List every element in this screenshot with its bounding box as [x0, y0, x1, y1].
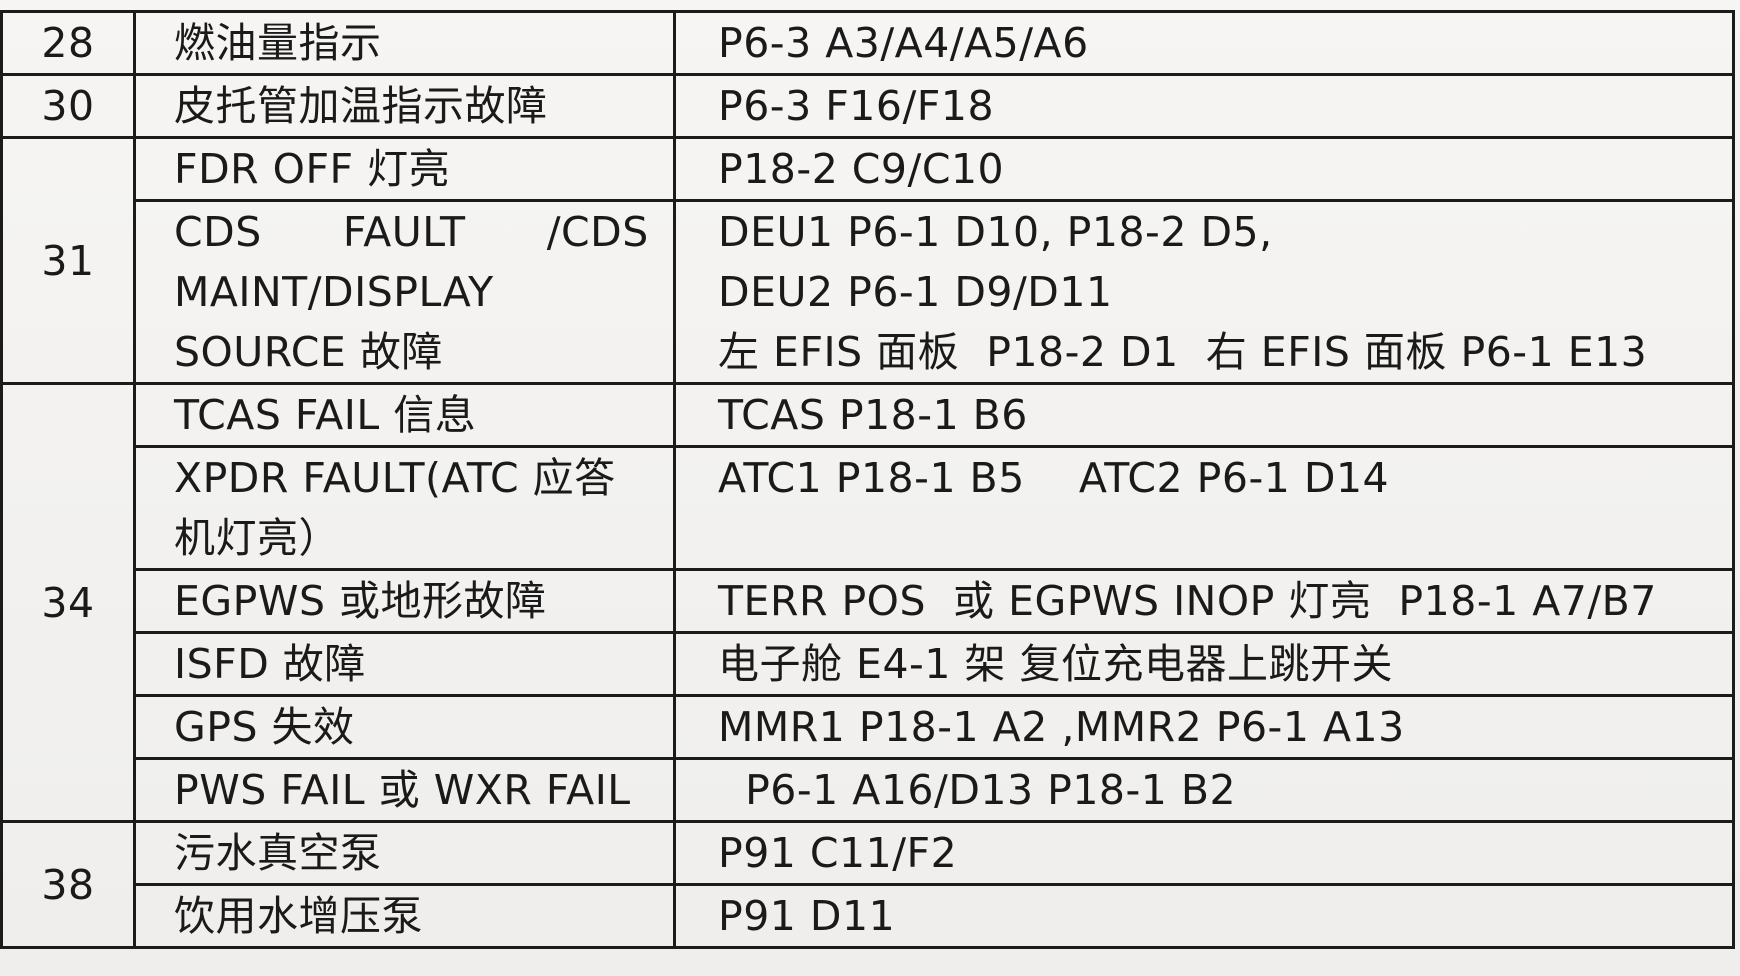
table-row: GPS 失效 MMR1 P18-1 A2 ,MMR2 P6-1 A13 — [2, 694, 1735, 760]
circuit-breaker-cell: TCAS P18-1 B6 — [673, 382, 1735, 448]
fault-item-text: FDR OFF 灯亮 — [174, 145, 451, 193]
table-row: XPDR FAULT(ATC 应答 机灯亮） ATC1 P18-1 B5 ATC… — [2, 445, 1735, 571]
circuit-breaker-text: TERR POS 或 EGPWS INOP 灯亮 P18-1 A7/B7 — [718, 577, 1657, 625]
fault-item-cell: 皮托管加温指示故障 — [133, 73, 676, 139]
circuit-breaker-cell: DEU1 P6-1 D10, P18-2 D5, DEU2 P6-1 D9/D1… — [673, 199, 1735, 385]
fault-item-text: ISFD 故障 — [174, 640, 366, 688]
fault-item-text: EGPWS 或地形故障 — [174, 577, 547, 625]
fault-item-text: XPDR FAULT(ATC 应答 — [174, 454, 616, 502]
circuit-breaker-cell: P91 D11 — [673, 883, 1735, 949]
fault-item-text: CDS FAULT /CDS — [174, 208, 649, 256]
circuit-breaker-text: P6-1 A16/D13 P18-1 B2 — [718, 766, 1237, 814]
fault-item-cell: CDS FAULT /CDS MAINT/DISPLAY SOURCE 故障 — [133, 199, 676, 385]
fault-item-cell: GPS 失效 — [133, 694, 676, 760]
circuit-breaker-text: P91 C11/F2 — [718, 829, 958, 877]
table-row: 38 污水真空泵 P91 C11/F2 — [0, 820, 1735, 949]
table-row: PWS FAIL 或 WXR FAIL P6-1 A16/D13 P18-1 B… — [2, 757, 1735, 823]
fault-item-text: GPS 失效 — [174, 703, 355, 751]
circuit-breaker-text: DEU2 P6-1 D9/D11 — [718, 268, 1113, 316]
circuit-breaker-text: 电子舱 E4-1 架 复位充电器上跳开关 — [718, 640, 1393, 688]
fault-item-text: PWS FAIL 或 WXR FAIL — [174, 766, 631, 814]
circuit-breaker-text: DEU1 P6-1 D10, P18-2 D5, — [718, 208, 1273, 256]
table-row: EGPWS 或地形故障 TERR POS 或 EGPWS INOP 灯亮 P18… — [2, 568, 1735, 634]
circuit-breaker-table: 28 燃油量指示 P6-3 A3/A4/A5/A6 30 皮托管加温指示故障 P… — [0, 10, 1735, 949]
circuit-breaker-cell: P6-3 F16/F18 — [673, 73, 1735, 139]
ata-chapter-cell: 34 — [0, 382, 136, 823]
circuit-breaker-cell: TERR POS 或 EGPWS INOP 灯亮 P18-1 A7/B7 — [673, 568, 1735, 634]
circuit-breaker-text: P18-2 C9/C10 — [718, 145, 1005, 193]
circuit-breaker-text: P91 D11 — [718, 892, 896, 940]
ata-chapter-cell: 30 — [0, 73, 136, 139]
fault-item-cell: FDR OFF 灯亮 — [133, 136, 676, 202]
circuit-breaker-cell: P6-3 A3/A4/A5/A6 — [673, 10, 1735, 76]
table-row: 30 皮托管加温指示故障 P6-3 F16/F18 — [0, 73, 1735, 139]
table-row: 31 FDR OFF 灯亮 P18-2 C9/C10 — [0, 136, 1735, 385]
fault-item-cell: TCAS FAIL 信息 — [133, 382, 676, 448]
table-row: CDS FAULT /CDS MAINT/DISPLAY SOURCE 故障 D… — [2, 199, 1735, 385]
fault-item-cell: 污水真空泵 — [133, 820, 676, 886]
fault-item-text: 燃油量指示 — [174, 19, 382, 67]
fault-item-cell: EGPWS 或地形故障 — [133, 568, 676, 634]
circuit-breaker-cell: P6-1 A16/D13 P18-1 B2 — [673, 757, 1735, 823]
fault-item-cell: 燃油量指示 — [133, 10, 676, 76]
table-row: 饮用水增压泵 P91 D11 — [2, 883, 1735, 949]
circuit-breaker-cell: P18-2 C9/C10 — [673, 136, 1735, 202]
circuit-breaker-text: P6-3 A3/A4/A5/A6 — [718, 19, 1089, 67]
fault-item-text: 污水真空泵 — [174, 829, 382, 877]
fault-item-cell: ISFD 故障 — [133, 631, 676, 697]
fault-item-cell: XPDR FAULT(ATC 应答 机灯亮） — [133, 445, 676, 571]
circuit-breaker-cell: 电子舱 E4-1 架 复位充电器上跳开关 — [673, 631, 1735, 697]
fault-item-text: TCAS FAIL 信息 — [174, 391, 477, 439]
circuit-breaker-text: 左 EFIS 面板 P18-2 D1 右 EFIS 面板 P6-1 E13 — [718, 328, 1648, 376]
ata-chapter-cell: 28 — [0, 10, 136, 76]
fault-item-text: MAINT/DISPLAY — [174, 268, 494, 316]
fault-item-cell: 饮用水增压泵 — [133, 883, 676, 949]
fault-item-cell: PWS FAIL 或 WXR FAIL — [133, 757, 676, 823]
table-row: 34 TCAS FAIL 信息 TCAS P18-1 B6 — [0, 382, 1735, 823]
circuit-breaker-cell: ATC1 P18-1 B5 ATC2 P6-1 D14 — [673, 445, 1735, 571]
circuit-breaker-text: P6-3 F16/F18 — [718, 82, 995, 130]
fault-item-text: 饮用水增压泵 — [174, 892, 423, 940]
circuit-breaker-text: MMR1 P18-1 A2 ,MMR2 P6-1 A13 — [718, 703, 1405, 751]
document-page: 28 燃油量指示 P6-3 A3/A4/A5/A6 30 皮托管加温指示故障 P… — [0, 0, 1740, 976]
fault-item-text: SOURCE 故障 — [174, 328, 443, 376]
fault-item-text: 机灯亮） — [174, 514, 340, 562]
circuit-breaker-cell: P91 C11/F2 — [673, 820, 1735, 886]
circuit-breaker-text: TCAS P18-1 B6 — [718, 391, 1028, 439]
ata-chapter-cell: 38 — [0, 820, 136, 949]
circuit-breaker-cell: MMR1 P18-1 A2 ,MMR2 P6-1 A13 — [673, 694, 1735, 760]
circuit-breaker-text: ATC1 P18-1 B5 ATC2 P6-1 D14 — [718, 454, 1390, 502]
ata-chapter-cell: 31 — [0, 136, 136, 385]
fault-item-text: 皮托管加温指示故障 — [174, 82, 548, 130]
table-row: ISFD 故障 电子舱 E4-1 架 复位充电器上跳开关 — [2, 631, 1735, 697]
table-row: 28 燃油量指示 P6-3 A3/A4/A5/A6 — [0, 10, 1735, 76]
